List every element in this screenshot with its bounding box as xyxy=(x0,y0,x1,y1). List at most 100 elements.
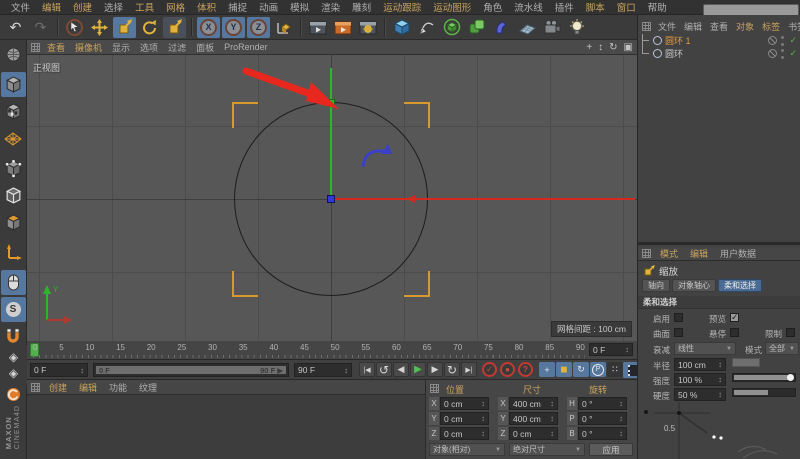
strength-slider[interactable] xyxy=(732,373,796,382)
om-menu-file[interactable]: 文件 xyxy=(655,20,679,33)
am-menu-userdata[interactable]: 用户数据 xyxy=(715,247,761,260)
enable-checkbox[interactable] xyxy=(674,313,683,322)
panel-menu-icon[interactable] xyxy=(642,21,651,31)
rot-b-field[interactable]: 0 ° ↕ xyxy=(578,427,627,440)
menu-mograph[interactable]: 运动图形 xyxy=(427,0,477,14)
key-position-toggle[interactable]: + xyxy=(539,362,555,377)
object-row[interactable]: 圆环 1 ✓ xyxy=(642,34,797,47)
y-axis-handle[interactable] xyxy=(327,99,335,107)
render-view-icon[interactable] xyxy=(306,17,329,38)
autokeying-button[interactable]: ● xyxy=(500,362,515,377)
edges-mode-icon[interactable] xyxy=(1,183,26,208)
pos-z-field[interactable]: 0 cm ↕ xyxy=(440,427,489,440)
menu-sculpt[interactable]: 雕刻 xyxy=(346,0,377,14)
size-z-field[interactable]: 0 cm ↕ xyxy=(509,427,558,440)
menu-plugins[interactable]: 插件 xyxy=(549,0,580,14)
material-menu-texture[interactable]: 纹理 xyxy=(134,381,162,394)
surface-checkbox[interactable] xyxy=(674,328,683,337)
rot-h-field[interactable]: 0 ° ↕ xyxy=(578,397,627,410)
x-axis-lock-icon[interactable]: X xyxy=(197,16,220,38)
key-parameter-toggle[interactable]: P xyxy=(590,362,606,377)
coordinate-system-icon[interactable] xyxy=(272,17,295,38)
light-icon[interactable] xyxy=(565,17,588,38)
material-menu-function[interactable]: 功能 xyxy=(104,381,132,394)
size-mode-dropdown[interactable]: 绝对尺寸 ▼ xyxy=(509,443,585,456)
panel-divider[interactable] xyxy=(638,242,800,245)
menu-file[interactable]: 文件 xyxy=(5,0,36,14)
panel-menu-icon[interactable] xyxy=(31,42,40,52)
menu-create[interactable]: 创建 xyxy=(67,0,98,14)
om-menu-objects[interactable]: 对象 xyxy=(733,20,757,33)
radius-field[interactable]: 100 cm ↕ xyxy=(674,358,726,371)
menu-motion-tracker[interactable]: 运动跟踪 xyxy=(377,0,427,14)
viewport-menu-panel[interactable]: 面板 xyxy=(191,41,219,54)
object-name[interactable]: 圆环 1 xyxy=(665,34,691,47)
viewport-menu-prorender[interactable]: ProRender xyxy=(219,42,273,52)
range-bar[interactable]: 0 F 90 F ▶ xyxy=(96,366,286,375)
coord-mode-dropdown[interactable]: 对象(相对) ▼ xyxy=(429,443,505,456)
menu-animate[interactable]: 动画 xyxy=(253,0,284,14)
menu-mesh[interactable]: 网格 xyxy=(160,0,191,14)
object-name[interactable]: 圆环 xyxy=(665,47,683,60)
x-axis-line[interactable] xyxy=(333,198,635,200)
om-menu-bookmarks[interactable]: 书签 xyxy=(785,20,800,33)
points-mode-icon[interactable] xyxy=(1,156,26,181)
key-pla-toggle[interactable]: ∷ xyxy=(607,362,623,377)
menu-pipeline[interactable]: 流水线 xyxy=(508,0,549,14)
timeline-ruler[interactable]: 0 5 10 15 20 25 30 35 40 45 50 55 60 65 70 75 80 85 90 0 F… xyxy=(27,341,637,360)
origin-handle[interactable] xyxy=(327,195,335,203)
pos-x-field[interactable]: 0 cm ↕ xyxy=(440,397,489,410)
loop-playback-button[interactable]: ↻ xyxy=(444,362,460,377)
menu-volume[interactable]: 体积 xyxy=(191,0,222,14)
move-tool-icon[interactable] xyxy=(88,17,111,38)
deformer-icon[interactable] xyxy=(490,17,513,38)
y-axis-lock-icon[interactable]: Y xyxy=(222,16,245,38)
current-frame-field[interactable]: 0 F ↕ xyxy=(589,343,633,356)
last-used-tool-icon[interactable] xyxy=(163,16,186,38)
preview-checkbox[interactable] xyxy=(730,312,739,323)
play-reverse-button[interactable]: ↺ xyxy=(376,362,392,377)
layer-icon[interactable] xyxy=(768,49,778,58)
object-row[interactable]: 圆环 ✓ xyxy=(642,47,797,60)
tab-object-axis[interactable]: 对象轴心 xyxy=(672,279,716,292)
array-generator-icon[interactable] xyxy=(465,17,488,38)
am-menu-edit[interactable]: 编辑 xyxy=(685,247,713,260)
om-menu-tags[interactable]: 标签 xyxy=(759,20,783,33)
om-menu-edit[interactable]: 编辑 xyxy=(681,20,705,33)
om-menu-view[interactable]: 查看 xyxy=(707,20,731,33)
rotate-view-icon[interactable]: ↻ xyxy=(609,42,617,53)
spinner-icon[interactable]: ↕ xyxy=(80,366,84,375)
previous-key-button[interactable]: ◀ xyxy=(393,362,409,377)
pan-view-icon[interactable]: + xyxy=(586,42,592,53)
visibility-dots-icon[interactable] xyxy=(781,35,785,46)
live-selection-icon[interactable] xyxy=(63,17,86,38)
falloff-curve-editor[interactable]: 0.5 xyxy=(638,402,800,459)
polygons-mode-icon[interactable] xyxy=(1,210,26,235)
add-cube-icon[interactable] xyxy=(390,17,413,38)
undo-icon[interactable]: ↶ xyxy=(4,17,27,38)
toggle-view-icon[interactable]: ▣ xyxy=(624,42,633,53)
spinner-icon[interactable]: ↕ xyxy=(344,366,348,375)
go-to-start-button[interactable]: |◀ xyxy=(359,362,375,377)
play-button[interactable]: ▶ xyxy=(410,362,426,377)
material-menu-create[interactable]: 创建 xyxy=(44,381,72,394)
panel-menu-icon[interactable] xyxy=(31,382,40,392)
radius-minibar[interactable] xyxy=(732,358,760,367)
menu-snap[interactable]: 捕捉 xyxy=(222,0,253,14)
menu-script[interactable]: 脚本 xyxy=(580,0,611,14)
frame-range-slider[interactable]: 0 F 90 F ▶ xyxy=(93,363,289,377)
keyframe-options-button[interactable]: ? xyxy=(518,362,533,377)
range-end-field[interactable]: 90 F ↕ xyxy=(294,363,352,377)
hover-checkbox[interactable] xyxy=(730,328,739,337)
texture-mode-icon[interactable] xyxy=(1,99,26,124)
redo-icon[interactable]: ↷ xyxy=(29,17,52,38)
key-scale-toggle[interactable]: ◼ xyxy=(556,362,572,377)
rotate-tool-icon[interactable] xyxy=(138,17,161,38)
viewport-menu-options[interactable]: 选项 xyxy=(135,41,163,54)
lattice-icon[interactable]: ◈ xyxy=(9,366,18,380)
lattice-icon[interactable]: ◈ xyxy=(9,350,18,364)
viewport-canvas[interactable]: Y 正视图 网格间距 : 100 cm xyxy=(27,55,637,341)
snap-mode-icon[interactable]: S xyxy=(0,297,26,322)
y-axis-line[interactable] xyxy=(330,68,332,199)
environment-floor-icon[interactable] xyxy=(515,17,538,38)
